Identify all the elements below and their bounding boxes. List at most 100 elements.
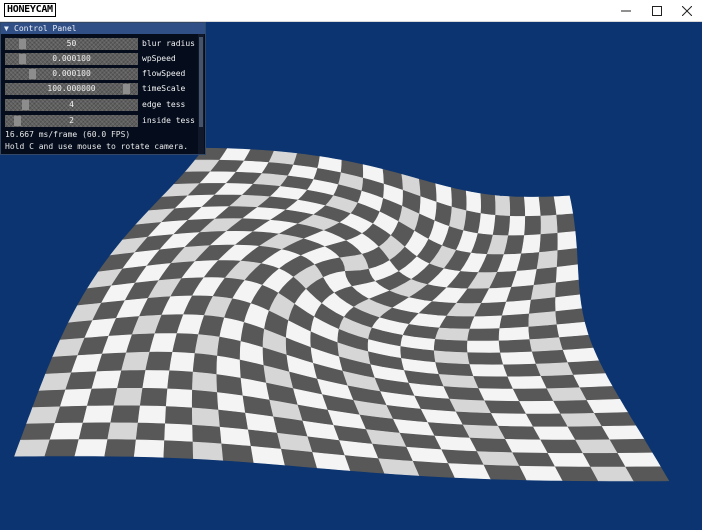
checker-cell	[521, 234, 542, 255]
checker-cell	[609, 438, 653, 454]
checker-cell	[191, 389, 219, 411]
camera-hint: Hold C and use mouse to rotate camera.	[5, 142, 189, 151]
checker-cell	[164, 423, 194, 443]
checker-cell	[59, 388, 93, 408]
checker-cell	[528, 297, 557, 315]
checker-cell	[535, 362, 575, 377]
checker-cell	[192, 353, 218, 375]
edge-tess-slider[interactable]: 4	[5, 99, 138, 111]
checker-cell	[14, 439, 51, 457]
checker-cell	[478, 388, 521, 402]
checker-cell	[500, 351, 537, 366]
checker-cell	[556, 321, 589, 338]
checker-cell	[121, 351, 151, 372]
checker-cell	[192, 441, 224, 461]
checker-cell	[194, 334, 221, 357]
checker-cell	[536, 250, 559, 270]
checker-cell	[433, 350, 471, 365]
slider-label: wpSpeed	[142, 54, 176, 63]
maximize-button[interactable]	[642, 0, 672, 21]
checker-cell	[163, 440, 194, 459]
checker-cell	[49, 422, 84, 441]
checker-cell	[498, 326, 531, 342]
checker-cell	[573, 373, 613, 389]
checker-cell	[524, 215, 542, 236]
blur-radius-slider[interactable]: 50	[5, 38, 138, 50]
close-button[interactable]	[672, 0, 702, 21]
control-panel[interactable]: ▼ Control Panel 50 blur radius 0.000100 …	[0, 22, 206, 155]
timescale-slider[interactable]: 100.000000	[5, 83, 138, 95]
slider-label: edge tess	[142, 100, 186, 109]
slider-label: inside tess	[142, 116, 195, 125]
control-panel-header[interactable]: ▼ Control Panel	[1, 23, 205, 34]
checker-cell	[192, 424, 223, 445]
checker-cell	[492, 214, 511, 237]
checker-cell	[164, 406, 193, 426]
checker-cell	[528, 324, 560, 340]
checker-cell	[473, 376, 514, 390]
checker-cell	[557, 231, 577, 251]
title-bar[interactable]: HONEYCAM	[0, 0, 702, 22]
checker-cell	[169, 351, 196, 373]
checker-cell	[555, 279, 581, 298]
checker-cell	[86, 388, 118, 407]
checker-cell	[104, 439, 137, 457]
panel-scrollbar[interactable]	[198, 34, 204, 154]
checker-cell	[20, 423, 56, 441]
checker-cell	[553, 195, 574, 216]
checker-cell	[540, 214, 559, 235]
checker-cell	[617, 452, 662, 468]
checker-cell	[433, 339, 469, 354]
checker-cell	[533, 266, 558, 286]
control-panel-title: Control Panel	[14, 24, 77, 33]
checker-cell	[467, 352, 504, 366]
collapse-triangle-icon[interactable]: ▼	[4, 23, 9, 34]
checker-cell	[139, 387, 168, 407]
panel-scrollbar-thumb[interactable]	[199, 37, 203, 127]
checker-cell	[465, 190, 482, 214]
checker-cell	[529, 337, 564, 353]
app-window: HONEYCAM ▼ Control Panel 50 blur radius …	[0, 0, 702, 530]
checker-cell	[507, 375, 548, 390]
slider-row-inside-tess: 2 inside tess	[5, 115, 201, 128]
checker-cell	[107, 422, 139, 441]
checker-cell	[508, 215, 526, 236]
render-viewport[interactable]: ▼ Control Panel 50 blur radius 0.000100 …	[0, 22, 702, 530]
slider-label: blur radius	[142, 39, 195, 48]
slider-value: 0.000100	[52, 69, 91, 78]
checker-cell	[218, 409, 249, 431]
checker-cell	[54, 405, 88, 424]
checker-cell	[463, 210, 482, 234]
close-icon	[682, 5, 692, 16]
checker-cell	[494, 195, 511, 217]
checker-cell	[44, 439, 80, 457]
wpspeed-slider[interactable]: 0.000100	[5, 53, 138, 65]
checker-cell	[469, 364, 509, 378]
checker-cell	[74, 439, 109, 457]
checker-cell	[555, 264, 579, 284]
slider-value: 50	[66, 39, 77, 48]
maximize-icon	[652, 5, 662, 16]
checker-cell	[113, 387, 144, 407]
checker-cell	[477, 213, 496, 236]
checker-cell	[135, 422, 166, 442]
checker-cell	[467, 340, 501, 354]
flowspeed-slider[interactable]: 0.000100	[5, 68, 138, 80]
checker-cell	[219, 426, 252, 447]
checker-cell	[499, 313, 530, 329]
checker-cell	[625, 466, 670, 482]
checker-cell	[91, 370, 122, 390]
minimize-icon	[621, 10, 631, 11]
checker-cell	[509, 196, 526, 217]
slider-row-blur-radius: 50 blur radius	[5, 38, 201, 51]
checker-cell	[530, 282, 557, 301]
checker-cell	[467, 328, 501, 342]
slider-value: 0.000100	[52, 54, 91, 63]
inside-tess-slider[interactable]: 2	[5, 115, 138, 127]
checker-cell	[434, 327, 471, 342]
slider-row-wpspeed: 0.000100 wpSpeed	[5, 53, 201, 66]
slider-value: 4	[69, 100, 74, 109]
minimize-button[interactable]	[611, 0, 641, 21]
checker-cell	[469, 315, 503, 330]
checker-cell	[523, 196, 542, 217]
